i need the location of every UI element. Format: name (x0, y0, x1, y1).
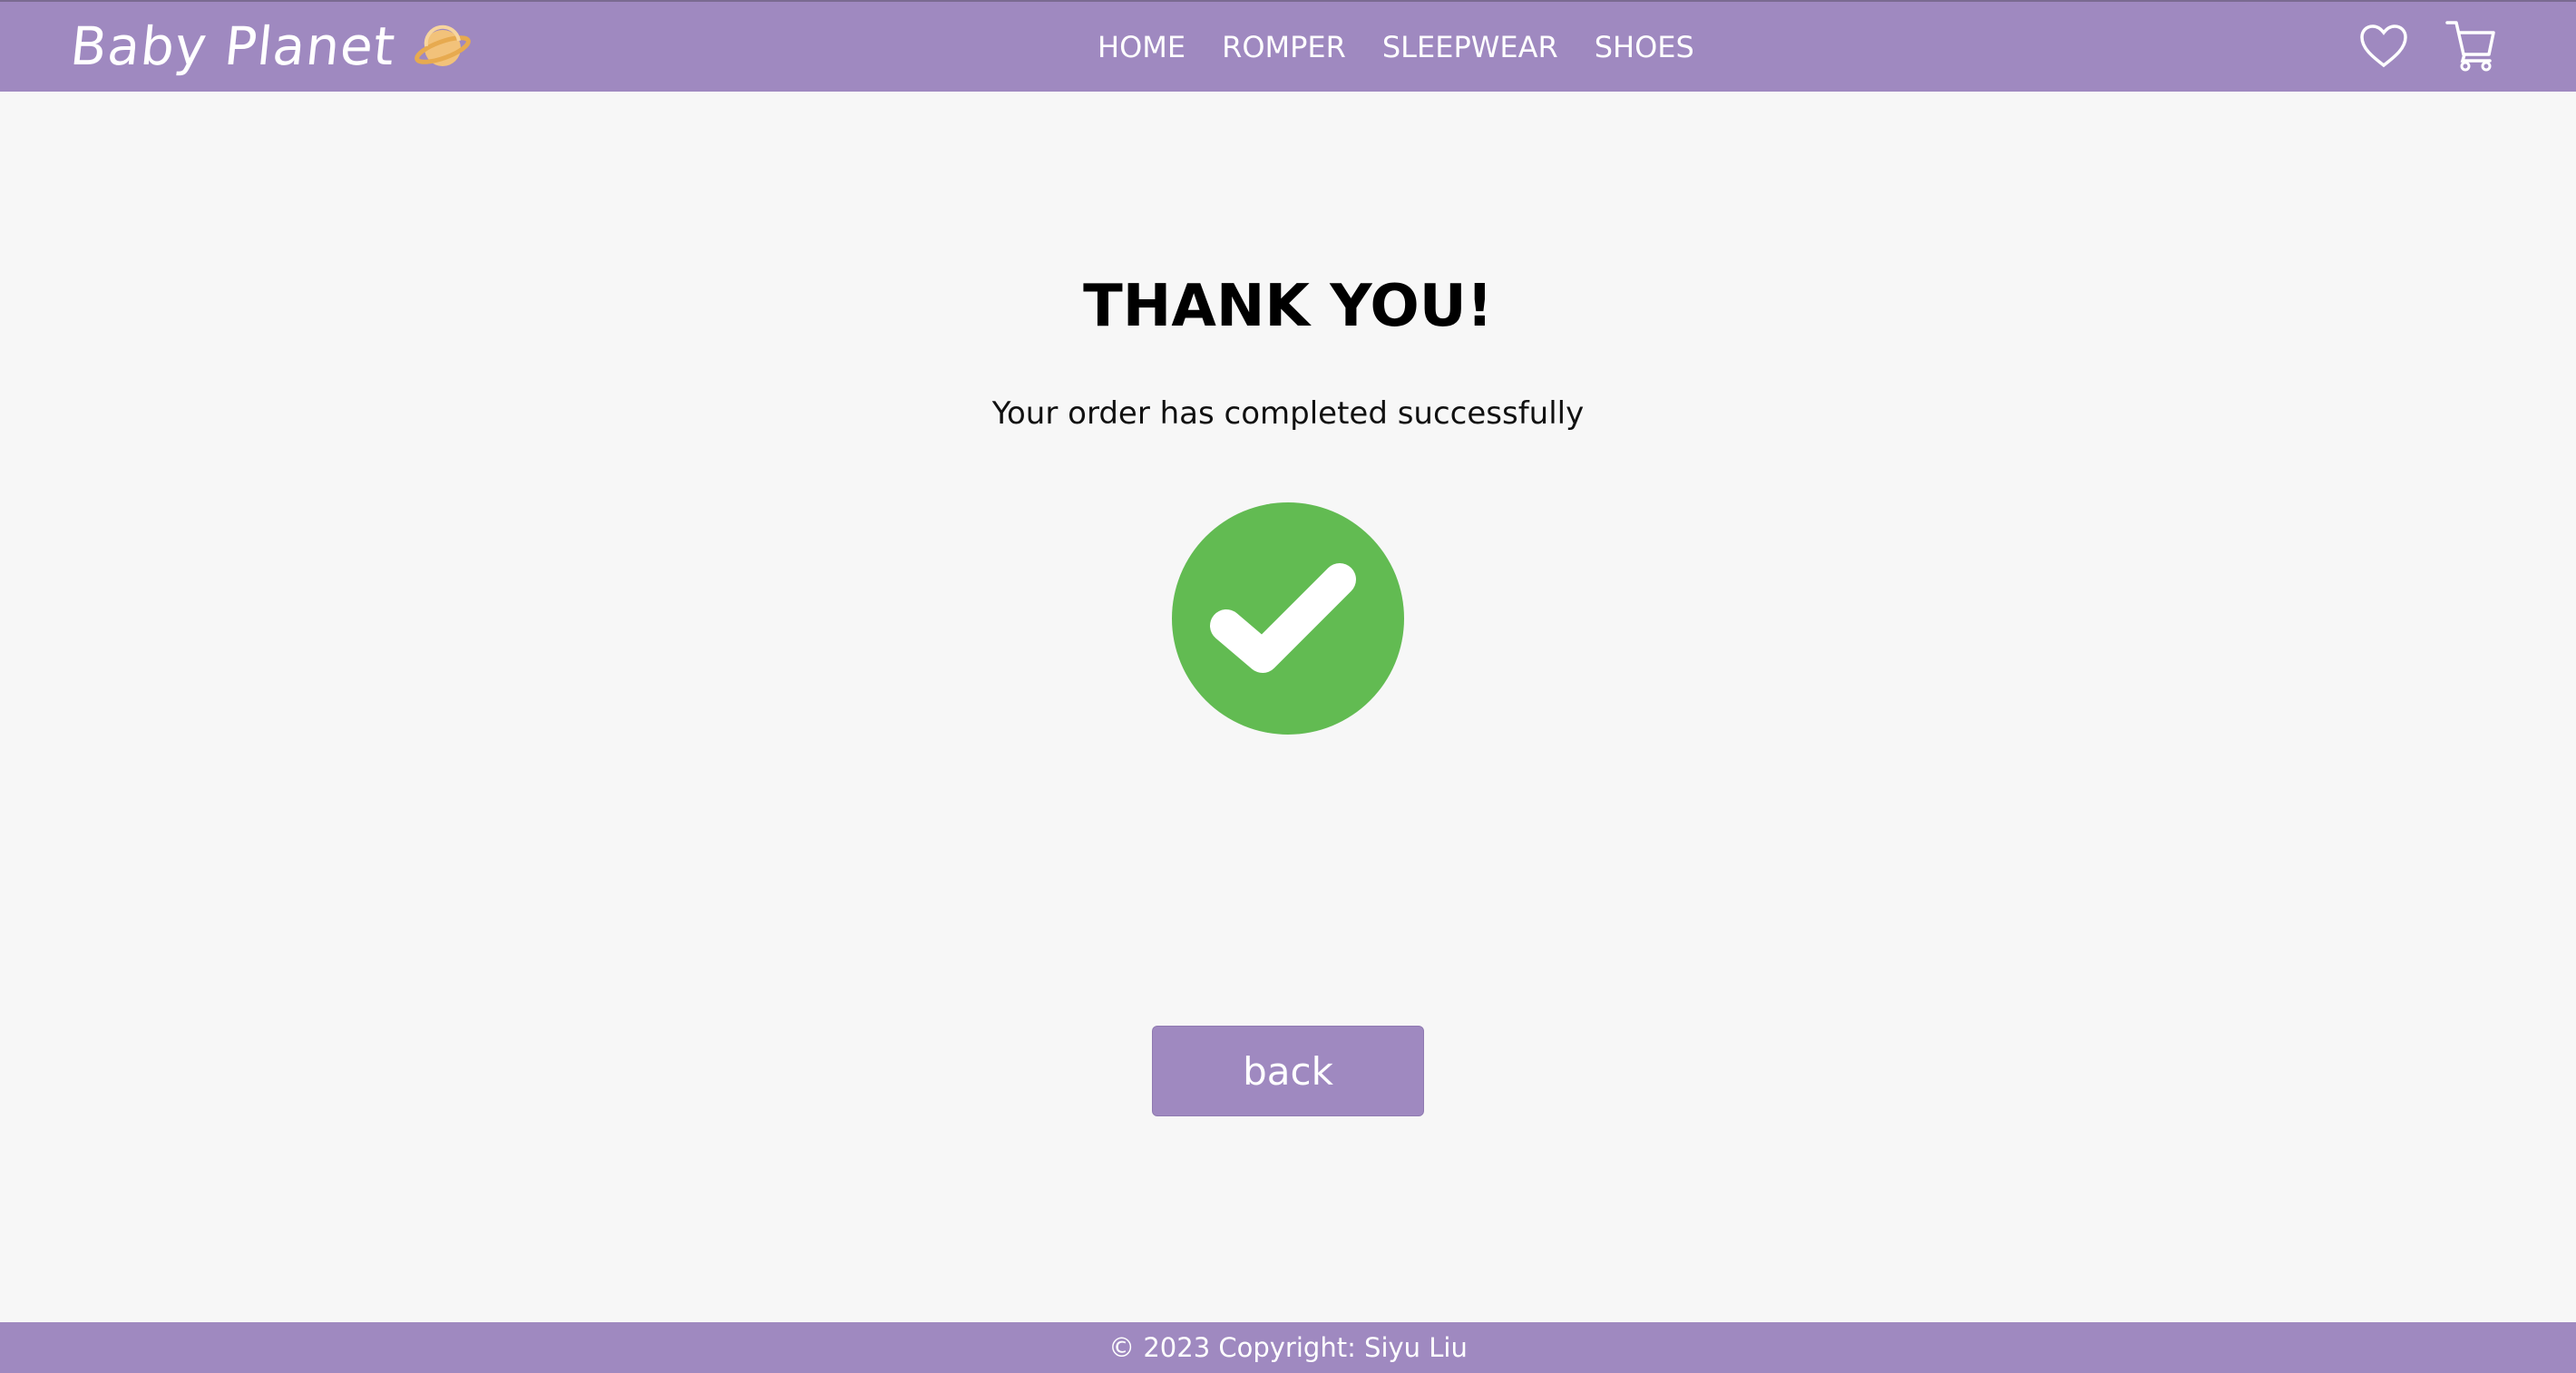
cart-icon (2445, 21, 2495, 72)
heart-icon (2360, 24, 2407, 68)
nav-home[interactable]: HOME (1098, 25, 1186, 69)
main-nav: HOME ROMPER SLEEPWEAR SHOES (1098, 25, 1694, 69)
planet-icon (414, 24, 471, 66)
copyright-text: © 2023 Copyright: Siyu Liu (1108, 1332, 1468, 1363)
cart-button[interactable] (2444, 16, 2498, 74)
back-button[interactable]: back (1152, 1026, 1424, 1116)
page-title: THANK YOU! (1083, 273, 1493, 340)
nav-sleepwear[interactable]: SLEEPWEAR (1382, 25, 1558, 69)
top-navigation-bar: Baby Planet HOME ROMPER SLEEPWEAR SHOES (0, 0, 2576, 92)
brand-name: Baby Planet (67, 15, 399, 77)
checkmark-icon (1172, 502, 1404, 735)
brand-logo[interactable]: Baby Planet (67, 13, 472, 80)
footer: © 2023 Copyright: Siyu Liu (0, 1322, 2576, 1373)
header-actions (2356, 16, 2498, 74)
success-message: Your order has completed successfully (991, 395, 1585, 432)
nav-romper[interactable]: ROMPER (1222, 25, 1346, 69)
wishlist-button[interactable] (2356, 16, 2411, 74)
nav-shoes[interactable]: SHOES (1595, 25, 1694, 69)
